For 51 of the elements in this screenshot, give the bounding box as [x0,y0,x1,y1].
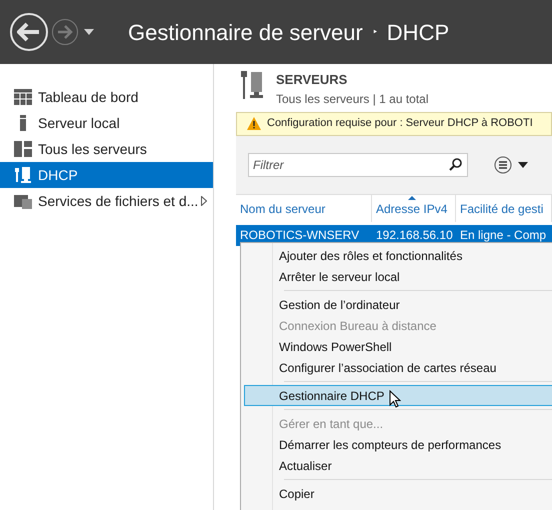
menu-item[interactable]: Configurer l’association de cartes réseau [244,357,552,378]
menu-item[interactable]: Gestionnaire DHCP [244,385,552,406]
menu-item[interactable]: Démarrer les compteurs de performances [244,434,552,455]
folder-icon [14,193,32,209]
warning-text: Configuration requise pour : Serveur DHCP à ROBOTI [267,116,533,132]
menu-item[interactable]: Windows PowerShell [244,336,552,357]
dropdown-caret-icon[interactable] [84,29,94,35]
column-header[interactable]: Facilité de gesti [456,194,552,222]
table-cell-text: En ligne - Comp [459,227,548,244]
column-header[interactable]: Nom du serveur [236,194,372,222]
menu-item[interactable]: Arrêter le serveur local [244,266,552,287]
menu-item[interactable]: Gestion de l’ordinateur [244,294,552,315]
breadcrumb-separator: ‣ [372,24,377,41]
table-cell-text: 192.168.56.10 [375,227,454,244]
view-options-button[interactable] [494,156,528,174]
table-cell-text: ROBOTICS-WNSERV [239,227,360,244]
sidebar-item-label: Tableau de bord [38,88,140,106]
column-header[interactable]: Adresse IPv4 [372,194,456,222]
menu-item[interactable]: Copier [244,483,552,504]
list-icon [494,156,512,174]
filter-field[interactable]: Filtrer [248,152,468,176]
sidebar-item[interactable]: Serveur local [0,110,213,136]
sidebar-item-label: DHCP [38,166,79,184]
window-title: Gestionnaire de serveur [128,18,363,46]
expand-arrow-icon[interactable] [201,196,207,206]
page-title: DHCP [386,18,450,46]
warning-icon [247,117,261,130]
warning-banner[interactable]: Configuration requise pour : Serveur DHCP à ROBOTI [236,112,552,136]
sidebar-item-label: Services de fichiers et d... [38,192,200,210]
servers-icon [14,141,32,157]
back-arrow-icon [17,22,41,42]
sidebar-item[interactable]: Tableau de bord [0,84,213,110]
wrench-server-icon [240,70,264,100]
mouse-cursor-icon [389,390,401,408]
sidebar-item[interactable]: DHCP [0,162,213,188]
menu-item[interactable]: Ajouter des rôles et fonctionnalités [244,245,552,266]
forward-button[interactable] [52,19,78,45]
search-icon [449,158,462,170]
forward-arrow-icon [57,25,73,39]
sidebar-item[interactable]: Tous les serveurs [0,136,213,162]
section-subtitle: Tous les serveurs | 1 au total [276,90,429,108]
sort-arrow-icon [408,196,416,200]
menu-item[interactable]: Actualiser [244,455,552,476]
sidebar-item[interactable]: Services de fichiers et d... [0,188,213,214]
back-button[interactable] [10,13,48,51]
sidebar-item-label: Serveur local [38,114,121,132]
wrench-server-icon [14,167,32,183]
grid-icon [14,89,32,105]
section-title: SERVEURS [276,71,348,89]
sidebar-item-label: Tous les serveurs [38,140,148,158]
caret-icon [518,162,528,168]
